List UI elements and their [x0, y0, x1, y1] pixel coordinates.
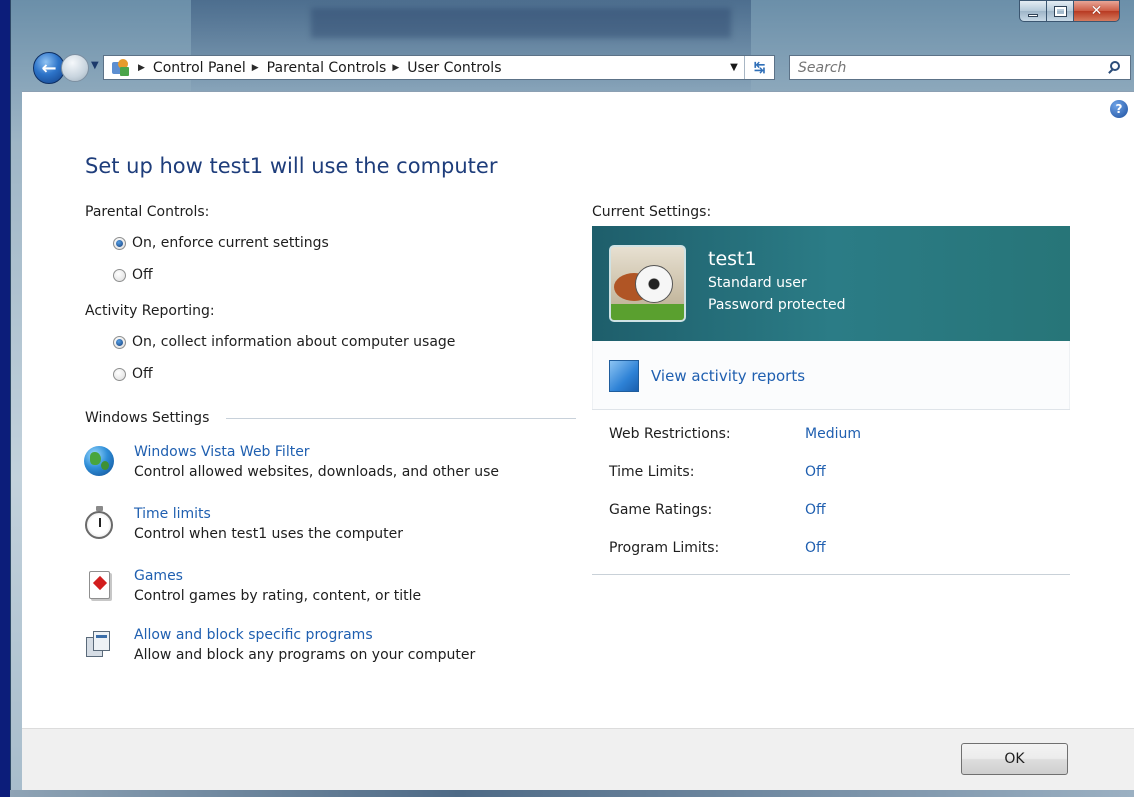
user-account-type: Standard user [708, 275, 807, 291]
programs-item: Allow and block specific programs Allow … [82, 625, 475, 665]
chevron-down-icon: ▼ [91, 60, 99, 71]
close-button[interactable]: ✕ [1074, 0, 1120, 22]
programs-description: Allow and block any programs on your com… [134, 647, 476, 663]
breadcrumb-control-panel[interactable]: Control Panel [153, 60, 246, 76]
maximize-icon [1053, 5, 1067, 17]
current-settings-table: Web Restrictions: Medium Time Limits: Of… [592, 409, 1070, 575]
reports-icon [609, 360, 639, 392]
section-divider [226, 418, 576, 419]
time-limits-item: Time limits Control when test1 uses the … [82, 504, 403, 544]
playing-card-icon [82, 566, 116, 602]
time-limits-label: Time Limits: [609, 464, 695, 480]
recent-pages-dropdown[interactable]: ▼ [91, 60, 103, 74]
refresh-button[interactable]: ↹ [744, 56, 774, 79]
search-icon[interactable] [1108, 60, 1122, 75]
time-limits-description: Control when test1 uses the computer [134, 526, 404, 542]
parental-off-label: Off [132, 267, 153, 283]
minimize-icon [1028, 13, 1038, 17]
view-activity-reports-link[interactable]: View activity reports [651, 367, 805, 385]
radio-unselected-icon [113, 367, 126, 381]
games-description: Control games by rating, content, or tit… [134, 588, 422, 604]
back-arrow-icon: ← [41, 57, 57, 79]
settings-row: Web Restrictions: Medium [592, 415, 1070, 453]
search-input[interactable] [798, 59, 1088, 76]
game-ratings-label: Game Ratings: [609, 502, 713, 518]
close-icon: ✕ [1090, 3, 1103, 19]
activity-reporting-label: Activity Reporting: [85, 303, 215, 319]
activity-off-label: Off [132, 366, 153, 382]
help-icon[interactable]: ? [1110, 100, 1128, 118]
activity-off-radio[interactable]: Off [113, 366, 153, 382]
settings-row: Time Limits: Off [592, 453, 1070, 491]
windows-settings-label: Windows Settings [85, 410, 210, 426]
settings-row: Program Limits: Off [592, 529, 1070, 567]
web-filter-item: Windows Vista Web Filter Control allowed… [82, 442, 499, 482]
parental-off-radio[interactable]: Off [113, 267, 153, 283]
navigation-bar: ← ▼ ▶ Control Panel ▶ Parental Controls … [11, 50, 1134, 86]
parental-controls-label: Parental Controls: [85, 204, 210, 220]
web-restrictions-label: Web Restrictions: [609, 426, 731, 442]
radio-unselected-icon [113, 268, 126, 282]
program-limits-label: Program Limits: [609, 540, 720, 556]
radio-selected-icon [113, 236, 126, 250]
game-ratings-value[interactable]: Off [805, 502, 826, 518]
minimize-button[interactable] [1019, 0, 1047, 22]
window-bottom-edge [10, 790, 1134, 797]
breadcrumb-arrow-icon[interactable]: ▶ [392, 63, 399, 73]
address-bar[interactable]: ▶ Control Panel ▶ Parental Controls ▶ Us… [103, 55, 775, 80]
breadcrumb-user-controls[interactable]: User Controls [407, 60, 501, 76]
games-item: Games Control games by rating, content, … [82, 566, 421, 606]
web-restrictions-value[interactable]: Medium [805, 426, 861, 442]
maximize-button[interactable] [1047, 0, 1074, 22]
ok-button[interactable]: OK [961, 743, 1068, 775]
control-panel-icon [110, 58, 132, 78]
programs-icon [82, 625, 116, 661]
dialog-footer: OK [22, 728, 1134, 790]
current-settings-label: Current Settings: [592, 204, 712, 220]
user-summary-banner: test1 Standard user Password protected [592, 226, 1070, 341]
avatar [609, 245, 686, 322]
breadcrumb-arrow-icon[interactable]: ▶ [138, 63, 145, 73]
refresh-icon: ↹ [753, 59, 766, 76]
breadcrumb-arrow-icon[interactable]: ▶ [252, 63, 259, 73]
programs-link[interactable]: Allow and block specific programs [134, 625, 475, 645]
parental-on-label: On, enforce current settings [132, 235, 329, 251]
radio-selected-icon [113, 335, 126, 349]
globe-icon [82, 442, 116, 478]
parental-on-radio[interactable]: On, enforce current settings [113, 235, 329, 251]
activity-on-label: On, collect information about computer u… [132, 334, 456, 350]
breadcrumb-parental-controls[interactable]: Parental Controls [267, 60, 387, 76]
time-limits-link[interactable]: Time limits [134, 504, 403, 524]
caption-buttons: ✕ [1019, 0, 1120, 22]
main-content: ? Set up how test1 will use the computer… [22, 91, 1134, 728]
time-limits-value[interactable]: Off [805, 464, 826, 480]
web-filter-link[interactable]: Windows Vista Web Filter [134, 442, 499, 462]
forward-button[interactable] [61, 54, 89, 82]
user-name: test1 [708, 248, 757, 270]
games-link[interactable]: Games [134, 566, 421, 586]
search-box [789, 55, 1131, 80]
program-limits-value[interactable]: Off [805, 540, 826, 556]
user-password-status: Password protected [708, 297, 846, 313]
activity-reports-row: View activity reports [592, 341, 1070, 409]
web-filter-description: Control allowed websites, downloads, and… [134, 464, 500, 480]
address-dropdown-icon[interactable]: ▼ [724, 62, 744, 73]
settings-row: Game Ratings: Off [592, 491, 1070, 529]
page-title: Set up how test1 will use the computer [85, 154, 498, 178]
stopwatch-icon [82, 504, 116, 540]
activity-on-radio[interactable]: On, collect information about computer u… [113, 334, 455, 350]
